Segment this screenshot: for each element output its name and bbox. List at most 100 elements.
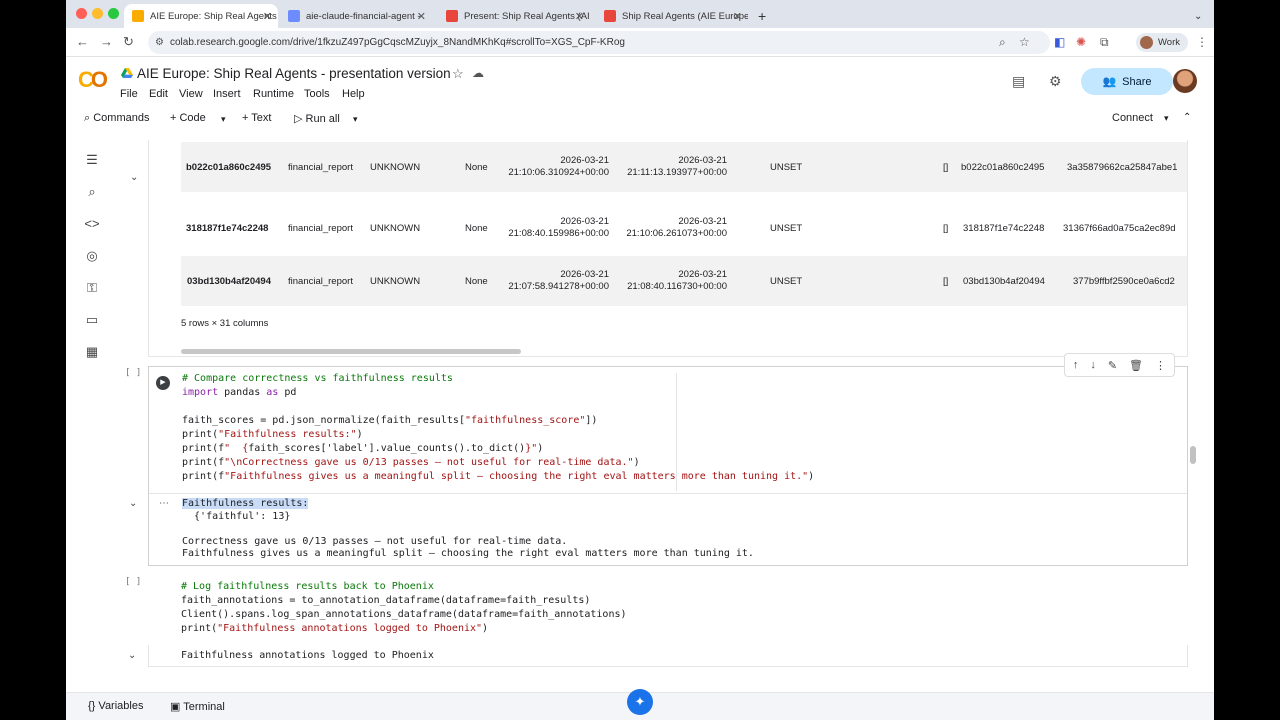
user-avatar[interactable] <box>1173 69 1197 93</box>
settings-gear-icon[interactable]: ⚙ <box>1049 73 1062 90</box>
maximize-window-button[interactable] <box>108 8 119 19</box>
bookmark-star-icon[interactable]: ☆ <box>1019 35 1030 49</box>
variables-icon[interactable]: ◎ <box>84 248 100 264</box>
cell-status: UNSET <box>770 161 803 173</box>
code-cell-log-phoenix[interactable]: # Log faithfulness results back to Phoen… <box>128 573 1188 668</box>
extension-icon[interactable]: ◧ <box>1054 35 1065 49</box>
cell-end-date: 2026-03-21 <box>678 269 727 280</box>
menu-insert[interactable]: Insert <box>213 88 241 100</box>
star-icon[interactable]: ☆ <box>452 66 464 82</box>
cell-start-time: 21:10:06.310924+00:00 <box>508 167 609 178</box>
row-index: 318187f1e74c2248 <box>186 222 269 234</box>
close-window-button[interactable] <box>76 8 87 19</box>
cell-start-time: 21:08:40.159986+00:00 <box>508 228 609 239</box>
table-of-contents-icon[interactable]: ☰ <box>84 152 100 168</box>
close-tab-icon[interactable]: ✕ <box>575 10 584 23</box>
gemini-sparkle-icon[interactable]: ✦ <box>627 689 653 715</box>
edit-icon[interactable]: ✎ <box>1108 359 1117 372</box>
chevron-up-icon[interactable]: ⌃ <box>1183 112 1191 123</box>
more-options-icon[interactable]: ⋮ <box>1155 359 1166 372</box>
site-info-icon[interactable]: ⚙ <box>155 31 164 54</box>
minimize-window-button[interactable] <box>92 8 103 19</box>
forward-icon[interactable]: → <box>100 34 113 49</box>
output-actions-icon[interactable]: ⋯ <box>159 498 169 509</box>
share-button[interactable]: 👥 Share <box>1081 68 1173 95</box>
browser-tab-arize[interactable]: aie-claude-financial-agent - ✕ <box>280 4 432 28</box>
profile-button[interactable]: Work <box>1136 33 1188 52</box>
cell-end-time: 21:08:40.116730+00:00 <box>627 281 727 292</box>
code-cell-compare[interactable]: ▶ ↑ ↓ ✎ 🗑 ⋮ # Compare correctness vs fai… <box>129 353 1188 566</box>
dataframe-shape: 5 rows × 31 columns <box>181 318 269 329</box>
back-icon[interactable]: ← <box>76 34 89 49</box>
close-tab-icon[interactable]: ✕ <box>263 10 272 23</box>
cell-parent: None <box>465 161 488 173</box>
menu-view[interactable]: View <box>179 88 203 100</box>
cell-span-id: 318187f1e74c2248 <box>963 222 1045 234</box>
cell-start-date: 2026-03-21 <box>560 155 609 166</box>
move-up-icon[interactable]: ↑ <box>1073 359 1079 371</box>
comments-icon[interactable]: ▤ <box>1012 73 1025 90</box>
tab-search-icon[interactable]: ⌄ <box>1192 4 1212 28</box>
collapse-output-icon[interactable]: ⌄ <box>128 650 136 661</box>
extension-icon[interactable]: ✺ <box>1076 35 1086 49</box>
collapse-output-icon[interactable]: ⌄ <box>129 498 137 509</box>
terminal-icon: ▣ <box>170 701 181 713</box>
terminal-button[interactable]: ▣ Terminal <box>170 700 225 713</box>
menu-tools[interactable]: Tools <box>304 88 330 100</box>
extensions-puzzle-icon[interactable]: ⧉ <box>1100 35 1109 50</box>
cell-end-date: 2026-03-21 <box>678 216 727 227</box>
secrets-key-icon[interactable]: ⚿ <box>84 280 100 296</box>
add-code-dropdown-icon[interactable]: ▾ <box>221 114 226 125</box>
code-snippets-icon[interactable]: <> <box>84 216 100 232</box>
commands-button[interactable]: ⌕ Commands <box>84 112 149 125</box>
run-all-button[interactable]: ▷ Run all <box>294 112 340 125</box>
colab-logo[interactable]: CO <box>78 67 108 93</box>
search-icon: ⌕ <box>84 112 91 124</box>
code-editor[interactable]: # Log faithfulness results back to Phoen… <box>181 580 627 636</box>
menu-file[interactable]: File <box>120 88 138 100</box>
browser-tab-slides[interactable]: Ship Real Agents (AIE Europe ✕ <box>596 4 748 28</box>
files-folder-icon[interactable]: ▭ <box>84 312 100 328</box>
collapse-output-icon[interactable]: ⌄ <box>130 172 138 183</box>
code-editor[interactable]: # Compare correctness vs faithfulness re… <box>182 372 814 484</box>
find-icon[interactable]: ⌕ <box>84 184 100 200</box>
cell-execution-count: [ ] <box>125 577 142 587</box>
menu-edit[interactable]: Edit <box>149 88 168 100</box>
cell-events: [] <box>943 222 949 234</box>
close-tab-icon[interactable]: ✕ <box>733 10 742 23</box>
data-table-icon[interactable]: ▦ <box>84 344 100 360</box>
notebook-title[interactable]: AIE Europe: Ship Real Agents - presentat… <box>137 66 451 81</box>
browser-tab-colab[interactable]: AIE Europe: Ship Real Agents ✕ <box>124 4 278 28</box>
cell-parent: None <box>465 275 488 287</box>
slides-favicon-icon <box>446 10 458 22</box>
drive-icon[interactable] <box>121 68 133 78</box>
browser-tab-present[interactable]: Present: Ship Real Agents (AI ✕ <box>438 4 590 28</box>
vertical-scrollbar[interactable] <box>1190 446 1196 464</box>
delete-icon[interactable]: 🗑 <box>1129 359 1143 372</box>
arize-favicon-icon <box>288 10 300 22</box>
menu-runtime[interactable]: Runtime <box>253 88 294 100</box>
cell-output: Faithfulness annotations logged to Phoen… <box>181 650 434 661</box>
connect-button[interactable]: Connect ▾ <box>1112 112 1169 124</box>
browser-menu-icon[interactable]: ⋮ <box>1196 35 1208 49</box>
cell-span-id: b022c01a860c2495 <box>961 161 1045 173</box>
run-cell-button[interactable]: ▶ <box>156 376 170 390</box>
add-code-button[interactable]: + Code <box>170 112 206 124</box>
horizontal-scrollbar[interactable] <box>181 349 521 354</box>
zoom-icon[interactable]: ⌕ <box>999 35 1006 50</box>
row-index: b022c01a860c2495 <box>186 161 272 173</box>
cell-trace-id: 3a35879662ca25847abe1 <box>1067 161 1178 173</box>
add-text-button[interactable]: + Text <box>242 112 271 124</box>
url-input[interactable]: ⚙ colab.research.google.com/drive/1fkzuZ… <box>148 31 1050 54</box>
new-tab-button[interactable]: + <box>754 4 778 28</box>
left-sidebar: ☰ ⌕ <> ◎ ⚿ ▭ ▦ <box>66 140 118 680</box>
menu-help[interactable]: Help <box>342 88 365 100</box>
run-all-dropdown-icon[interactable]: ▾ <box>353 114 358 125</box>
variables-button[interactable]: {} Variables <box>88 700 143 712</box>
move-down-icon[interactable]: ↓ <box>1090 359 1096 371</box>
close-tab-icon[interactable]: ✕ <box>417 10 426 23</box>
cloud-saved-icon: ☁ <box>472 66 484 80</box>
reload-icon[interactable]: ↻ <box>123 34 134 50</box>
row-index: 03bd130b4af20494 <box>187 275 271 287</box>
cell-kind: UNKNOWN <box>370 222 421 234</box>
